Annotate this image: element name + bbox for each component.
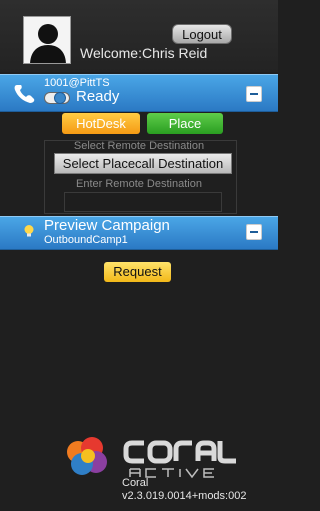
- version-number: v2.3.019.0014+mods:002: [122, 490, 247, 502]
- hotdesk-button[interactable]: HotDesk: [62, 113, 140, 134]
- place-button[interactable]: Place: [147, 113, 223, 134]
- select-remote-label: Select Remote Destination: [73, 140, 205, 152]
- phone-status-bar: [0, 74, 278, 112]
- remote-destination-input[interactable]: [64, 192, 222, 212]
- request-button[interactable]: Request: [104, 262, 171, 282]
- logout-button[interactable]: Logout: [172, 24, 232, 44]
- collapse-icon[interactable]: [246, 224, 262, 240]
- campaign-title: Preview Campaign: [44, 217, 170, 234]
- avatar-icon: [23, 16, 71, 64]
- collapse-icon[interactable]: [246, 86, 262, 102]
- enter-remote-label: Enter Remote Destination: [76, 178, 202, 190]
- coral-logo: [62, 434, 114, 478]
- product-name: Coral: [122, 477, 149, 489]
- coral-wordmark: [122, 437, 242, 479]
- ready-toggle[interactable]: [44, 92, 70, 104]
- lightbulb-icon: [22, 224, 36, 238]
- phone-status: Ready: [76, 88, 120, 105]
- phone-icon: [12, 82, 38, 104]
- version-info: Coral v2.3.019.0014+mods:002: [122, 477, 246, 503]
- campaign-name: OutboundCamp1: [44, 234, 128, 246]
- welcome-text: Welcome:Chris Reid: [80, 45, 208, 61]
- placecall-destination-button[interactable]: Select Placecall Destination: [54, 153, 232, 174]
